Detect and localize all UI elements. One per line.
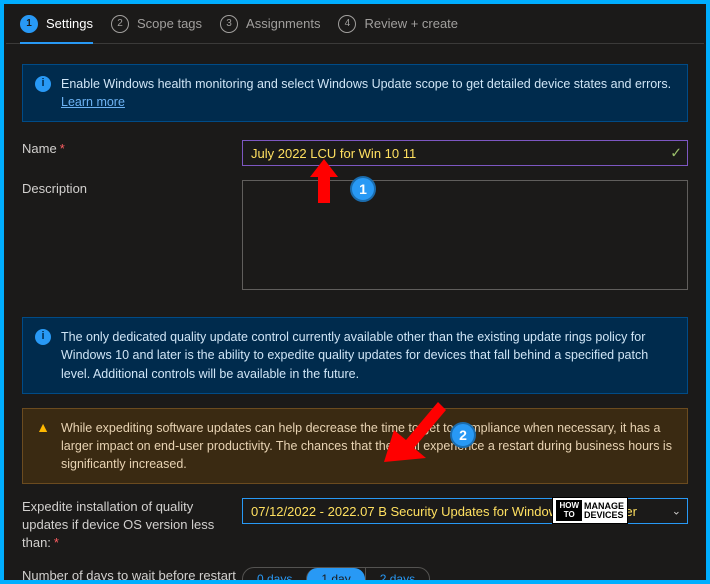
info-icon: i	[35, 329, 51, 345]
restart-days-segmented: 0 days 1 day 2 days	[242, 567, 430, 580]
info-banner-health: i Enable Windows health monitoring and s…	[22, 64, 688, 122]
step-number: 1	[20, 15, 38, 33]
info-banner-quality: i The only dedicated quality update cont…	[22, 317, 688, 393]
basic-form: Name* ✓ Description	[6, 122, 704, 293]
learn-more-link[interactable]: Learn more	[61, 95, 125, 109]
info-icon: i	[35, 76, 51, 92]
required-mark: *	[60, 141, 65, 156]
description-label: Description	[22, 180, 242, 198]
step-number: 3	[220, 15, 238, 33]
watermark-left: HOW TO	[556, 500, 582, 521]
step-number: 2	[111, 15, 129, 33]
tab-label: Scope tags	[137, 16, 202, 31]
description-input[interactable]	[242, 180, 688, 290]
settings-page: 1 Settings 2 Scope tags 3 Assignments 4 …	[4, 4, 706, 580]
name-label: Name*	[22, 140, 242, 158]
watermark: HOW TO MANAGE DEVICES	[552, 497, 628, 524]
step-number: 4	[338, 15, 356, 33]
tab-assignments[interactable]: 3 Assignments	[220, 4, 320, 43]
banner-text: Enable Windows health monitoring and sel…	[61, 75, 675, 111]
warning-icon: ▲	[35, 420, 51, 436]
tab-review-create[interactable]: 4 Review + create	[338, 4, 458, 43]
warning-banner-expedite: ▲ While expediting software updates can …	[22, 408, 688, 484]
wizard-tabs: 1 Settings 2 Scope tags 3 Assignments 4 …	[6, 4, 704, 44]
watermark-right: MANAGE DEVICES	[584, 502, 624, 520]
check-icon: ✓	[670, 145, 682, 162]
restart-0-days[interactable]: 0 days	[243, 568, 306, 580]
tab-settings[interactable]: 1 Settings	[20, 4, 93, 43]
restart-2-days[interactable]: 2 days	[365, 568, 429, 580]
name-input[interactable]	[242, 140, 688, 166]
tab-scope-tags[interactable]: 2 Scope tags	[111, 4, 202, 43]
expedite-label: Expedite installation of quality updates…	[22, 498, 242, 553]
restart-1-day[interactable]: 1 day	[306, 568, 364, 580]
tab-label: Review + create	[364, 16, 458, 31]
required-mark: *	[54, 535, 59, 550]
banner-text: While expediting software updates can he…	[61, 419, 675, 473]
banner-text: The only dedicated quality update contro…	[61, 328, 675, 382]
tab-label: Settings	[46, 16, 93, 31]
restart-days-label: Number of days to wait before restart is…	[22, 567, 242, 580]
chevron-down-icon: ⌄	[672, 505, 681, 518]
tab-label: Assignments	[246, 16, 320, 31]
